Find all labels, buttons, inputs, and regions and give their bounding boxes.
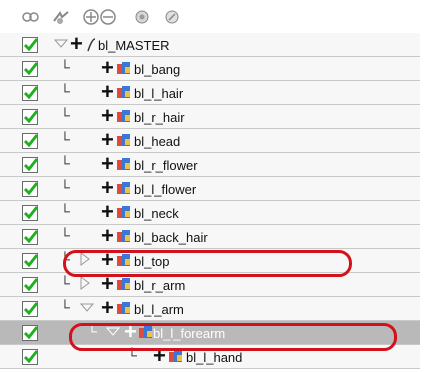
layer-label: bl_bang (134, 62, 181, 77)
peg-plus-icon: + (101, 127, 114, 152)
peg-plus-icon: + (153, 343, 166, 368)
tree-elbow: └ (60, 83, 70, 99)
visibility-checkbox[interactable] (22, 205, 39, 221)
drawing-layer-icon (117, 254, 130, 266)
layer-label: bl_head (134, 134, 181, 149)
layer-label: bl_l_hair (134, 86, 184, 101)
peg-plus-icon: + (101, 199, 114, 224)
tree-elbow: └ (60, 107, 70, 123)
tree-row-bl-neck[interactable]: └ + bl_neck (0, 201, 420, 225)
drawing-layer-icon (117, 110, 130, 122)
layer-label: bl_l_forearm (153, 326, 226, 341)
tree-row-bl-l-arm[interactable]: └ + bl_l_arm (0, 297, 420, 321)
peg-plus-icon: + (101, 175, 114, 200)
peg-plus-icon: + (101, 79, 114, 104)
drawing-layer-icon (117, 302, 130, 314)
expanded-triangle-icon[interactable] (106, 324, 120, 338)
tree-elbow: └ (60, 275, 70, 291)
peg-plus-icon: + (101, 103, 114, 128)
visibility-checkbox[interactable] (22, 37, 39, 53)
tree-row-bl-top[interactable]: └ + bl_top (0, 249, 420, 273)
tree-elbow: └ (60, 227, 70, 243)
visibility-checkbox[interactable] (22, 229, 39, 245)
drawing-layer-icon (117, 182, 130, 194)
tree-row-bl-bang[interactable]: └ + bl_bang (0, 57, 420, 81)
tree-row-bl-r-hair[interactable]: └ + bl_r_hair (0, 105, 420, 129)
layer-label: bl_r_hair (134, 110, 185, 125)
tree-elbow: └ (127, 347, 137, 363)
visibility-checkbox[interactable] (22, 277, 39, 293)
tree-row-bl-back-hair[interactable]: └ + bl_back_hair (0, 225, 420, 249)
collapse-icon[interactable] (99, 8, 119, 26)
peg-plus-icon: + (101, 247, 114, 272)
tree-row-bl-r-arm[interactable]: └ + bl_r_arm (0, 273, 420, 297)
tree-row-bl-l-flower[interactable]: └ + bl_l_flower (0, 177, 420, 201)
tree-row-bl-master[interactable]: + bl_MASTER (0, 33, 420, 57)
drawing-layer-icon (117, 230, 130, 242)
tree-row-bl-r-flower[interactable]: └ + bl_r_flower (0, 153, 420, 177)
expanded-triangle-icon[interactable] (54, 36, 68, 50)
layers-icon[interactable] (133, 8, 153, 26)
visibility-checkbox[interactable] (22, 109, 39, 125)
visibility-checkbox[interactable] (22, 325, 39, 341)
tree-row-bl-l-hand[interactable]: └ + bl_l_hand (0, 345, 420, 369)
collapsed-triangle-icon[interactable] (78, 276, 92, 290)
visibility-checkbox[interactable] (22, 181, 39, 197)
visibility-checkbox[interactable] (22, 133, 39, 149)
layer-label: bl_r_arm (134, 278, 186, 293)
peg-plus-icon: + (101, 271, 114, 296)
peg-plus-icon: + (101, 223, 114, 248)
drawing-layer-icon (117, 86, 130, 98)
drawing-layer-icon (117, 206, 130, 218)
drawing-layer-icon (117, 278, 130, 290)
layer-label: bl_top (134, 254, 170, 269)
tree-elbow: └ (60, 155, 70, 171)
toolbar (0, 0, 420, 33)
layer-label: bl_back_hair (134, 230, 208, 245)
layer-label: bl_neck (134, 206, 179, 221)
tree-elbow: └ (60, 131, 70, 147)
drawing-layer-icon (117, 134, 130, 146)
peg-plus-icon: + (70, 31, 83, 56)
layer-label: bl_r_flower (134, 158, 198, 173)
collapsed-triangle-icon[interactable] (78, 252, 92, 266)
layer-label: bl_MASTER (98, 38, 170, 53)
tree-elbow: └ (60, 59, 70, 75)
tree-elbow: └ (60, 299, 70, 315)
tree-row-bl-head[interactable]: └ + bl_head (0, 129, 420, 153)
layer-label: bl_l_hand (186, 350, 243, 365)
visibility-checkbox[interactable] (22, 157, 39, 173)
visibility-checkbox[interactable] (22, 85, 39, 101)
tree-row-bl-l-forearm[interactable]: └ + bl_l_forearm (0, 321, 420, 345)
drawing-layer-icon (117, 62, 130, 74)
visibility-checkbox[interactable] (22, 61, 39, 77)
tree-elbow: └ (60, 179, 70, 195)
peg-plus-icon: + (124, 319, 137, 344)
tree-elbow: └ (60, 251, 70, 267)
layer-label: bl_l_flower (134, 182, 197, 197)
peg-icon[interactable] (163, 8, 183, 26)
drawing-layer-icon (139, 326, 152, 338)
tree-elbow: └ (60, 203, 70, 219)
peg-node-icon (87, 38, 96, 52)
peg-plus-icon: + (101, 151, 114, 176)
peg-plus-icon: + (101, 295, 114, 320)
show-all-icon[interactable] (21, 8, 41, 26)
visibility-checkbox[interactable] (22, 349, 39, 365)
tree-row-bl-l-hair[interactable]: └ + bl_l_hair (0, 81, 420, 105)
drawing-layer-icon (169, 350, 182, 362)
visibility-checkbox[interactable] (22, 253, 39, 269)
layer-label: bl_l_arm (134, 302, 184, 317)
drawing-layer-icon (117, 158, 130, 170)
peg-plus-icon: + (101, 55, 114, 80)
hide-all-icon[interactable] (51, 8, 71, 26)
visibility-checkbox[interactable] (22, 301, 39, 317)
tree-elbow: └ (87, 323, 97, 339)
expanded-triangle-icon[interactable] (80, 300, 94, 314)
layer-tree-panel: + bl_MASTER └ + bl_bang └ + bl_l_hair └ … (0, 0, 420, 373)
